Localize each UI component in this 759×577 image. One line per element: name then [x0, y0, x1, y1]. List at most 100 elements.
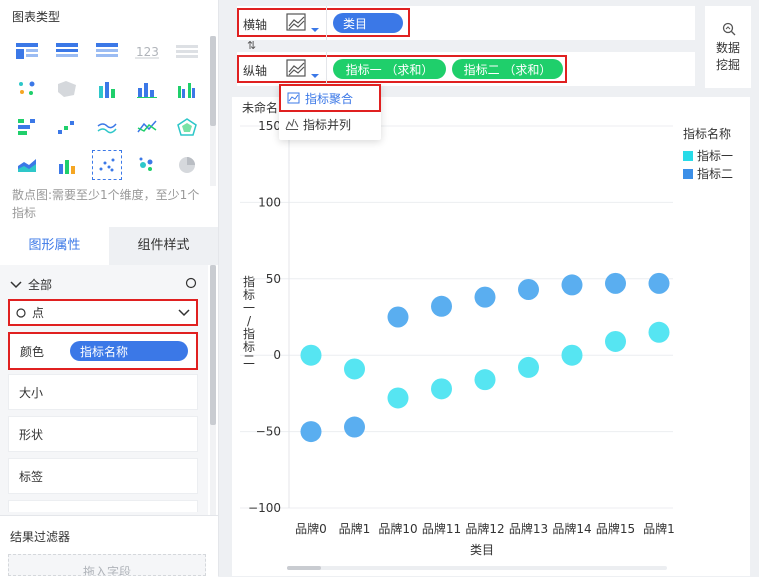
waterfall-icon[interactable]	[52, 112, 82, 142]
x-divider	[326, 6, 327, 40]
property-scrollbar[interactable]	[210, 265, 216, 515]
y-axis-title-char: /	[247, 314, 252, 328]
tooltip-property-partial[interactable]	[8, 500, 198, 512]
y-axis-title-char: 标	[243, 340, 255, 354]
text-table-icon[interactable]	[172, 36, 202, 66]
scatter-point	[474, 286, 496, 308]
stacked-bar-icon[interactable]	[92, 74, 122, 104]
scatter-chart-icon[interactable]	[92, 150, 122, 180]
parallel-icon	[285, 118, 299, 130]
color-field-pill[interactable]: 指标名称	[70, 341, 188, 361]
chevron-down-icon	[178, 309, 190, 317]
swap-axes-icon[interactable]: ⇅	[247, 39, 256, 52]
scatter-point	[300, 421, 322, 443]
aggregate-icon	[287, 92, 300, 104]
chart-scroll-thumb[interactable]	[287, 566, 321, 570]
y-tick-label: 100	[258, 195, 281, 209]
x-tick-label: 品牌11	[422, 522, 461, 536]
y-axis-title-char: 二	[243, 353, 255, 367]
area-line-icon[interactable]	[132, 112, 162, 142]
menu-item-parallel[interactable]: 指标并列	[279, 112, 381, 136]
filter-drop-zone[interactable]: 拖入字段	[8, 554, 206, 576]
chart-type-scrollbar[interactable]	[210, 36, 216, 186]
y-chart-mode-button[interactable]	[284, 57, 324, 79]
bar-chart-icon[interactable]	[12, 112, 42, 142]
scatter-point	[344, 358, 365, 380]
y-tick-label: 150	[258, 119, 281, 133]
scatter-point	[431, 295, 452, 317]
x-tick-label: 品牌14	[552, 522, 591, 536]
scatter-point	[648, 272, 670, 294]
area-chart-icon[interactable]	[12, 150, 42, 180]
detail-table-icon[interactable]	[92, 36, 122, 66]
map-point-icon[interactable]	[12, 74, 42, 104]
cross-table-icon[interactable]	[12, 36, 42, 66]
scatter-point	[605, 330, 626, 352]
scatter-point	[344, 416, 365, 438]
x-axis-title: 类目	[470, 543, 494, 557]
scatter-point	[387, 306, 409, 328]
legend-swatch-2	[683, 168, 693, 179]
left-panel: 图表类型 123 散点图:需要至少1个维度，至少1个指标 图形属性 组件样式 全…	[0, 0, 219, 577]
line-mode-icon	[286, 13, 319, 32]
scatter-point	[431, 378, 452, 400]
chart-type-scroll-thumb[interactable]	[210, 36, 216, 126]
region-map-icon[interactable]	[52, 74, 82, 104]
x-field-pill[interactable]: 类目	[333, 13, 403, 33]
x-tick-label: 品牌10	[378, 522, 417, 536]
line-chart-icon[interactable]	[92, 112, 122, 142]
x-tick-label: 品牌13	[509, 522, 548, 536]
x-tick-label: 品牌0	[295, 522, 327, 536]
shape-property[interactable]: 形状	[8, 416, 198, 452]
tab-component-style[interactable]: 组件样式	[109, 227, 218, 265]
chart-scrollbar[interactable]	[287, 566, 667, 570]
y-field-pill-2[interactable]: 指标二 （求和）	[452, 59, 563, 79]
mark-type-select[interactable]: 点	[8, 299, 198, 326]
mark-type-value: 点	[32, 306, 45, 320]
combo-chart-icon[interactable]	[52, 150, 82, 180]
legend-label-2: 指标二	[697, 167, 734, 181]
line-mode-icon	[286, 59, 319, 78]
scatter-point	[474, 369, 496, 391]
kpi-number-icon[interactable]: 123	[132, 36, 162, 66]
legend-item-1[interactable]: 指标一	[683, 147, 733, 164]
scatter-point	[300, 344, 322, 366]
x-tick-label: 品牌1	[643, 522, 675, 536]
column-chart-icon[interactable]	[132, 74, 162, 104]
y-tick-label: −100	[248, 501, 281, 515]
radar-chart-icon[interactable]	[172, 112, 202, 142]
y-tick-label: 50	[266, 272, 281, 286]
legend-title: 指标名称	[683, 127, 732, 141]
property-tabs: 图形属性 组件样式	[0, 227, 218, 265]
y-axis-title-char: 指	[243, 274, 255, 289]
scatter-point	[561, 274, 583, 296]
y-divider	[326, 52, 327, 86]
color-property[interactable]: 颜色 指标名称	[8, 332, 198, 370]
multi-column-icon[interactable]	[172, 74, 202, 104]
chevron-down-icon	[10, 280, 22, 288]
property-scroll-thumb[interactable]	[210, 265, 216, 425]
menu-item-aggregate-label: 指标聚合	[305, 91, 354, 106]
legend-item-2[interactable]: 指标二	[683, 165, 733, 182]
y-axis-label: 纵轴	[243, 64, 268, 78]
all-label: 全部	[28, 278, 53, 292]
x-tick-label: 品牌1	[339, 522, 371, 536]
point-mark-icon	[16, 307, 26, 318]
data-mining-button[interactable]: 数据挖掘	[705, 6, 751, 88]
legend-swatch-1	[683, 150, 693, 161]
chart-type-title: 图表类型	[12, 10, 61, 24]
scatter-point	[518, 356, 539, 378]
y-field-pill-1[interactable]: 指标一 （求和）	[333, 59, 446, 79]
filter-title: 结果过滤器	[10, 530, 71, 544]
bubble-chart-icon[interactable]	[132, 150, 162, 180]
pie-chart-icon[interactable]	[172, 150, 202, 180]
size-property[interactable]: 大小	[8, 374, 198, 410]
x-chart-mode-button[interactable]	[284, 11, 324, 33]
tab-graphic-attributes[interactable]: 图形属性	[0, 227, 109, 265]
label-property[interactable]: 标签	[8, 458, 198, 494]
menu-item-aggregate[interactable]: 指标聚合	[279, 84, 381, 112]
scatter-point	[605, 272, 626, 294]
all-toggle[interactable]: 全部	[10, 276, 52, 293]
group-table-icon[interactable]	[52, 36, 82, 66]
x-tick-label: 品牌15	[596, 522, 635, 536]
